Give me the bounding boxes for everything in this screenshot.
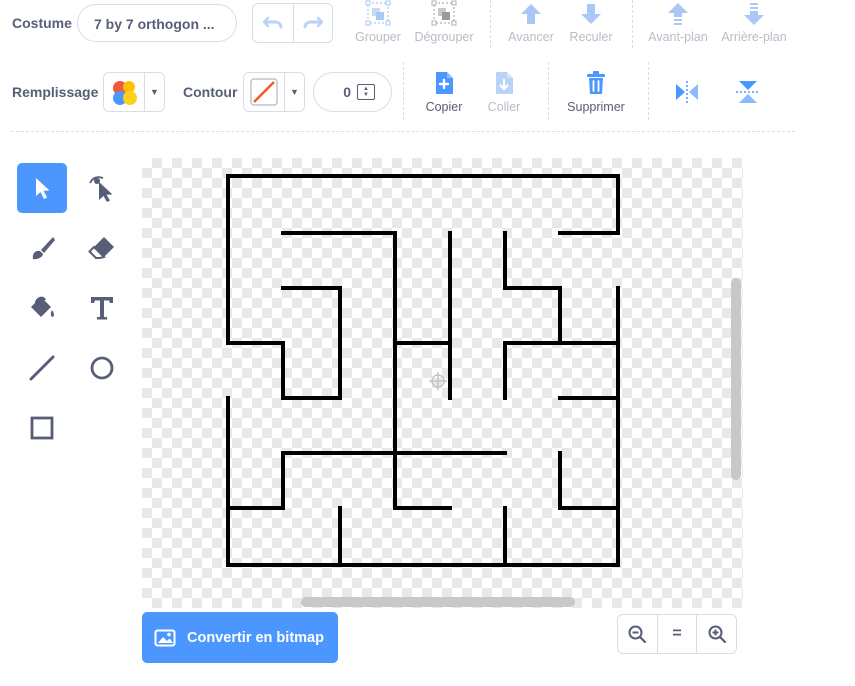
copy-icon [436,72,453,94]
paste-button[interactable]: Coller [480,70,528,114]
bring-to-front-button[interactable]: Avant-plan [646,0,710,44]
paste-label: Coller [487,100,521,114]
paste-icon [496,72,513,94]
flip-vertical-button[interactable] [735,80,761,109]
vertical-scrollbar[interactable] [731,278,741,480]
brush-icon [32,237,55,260]
tool-brush[interactable] [17,223,67,273]
zoom-reset-button[interactable]: = [656,615,697,653]
arrow-up-icon [521,4,541,24]
costume-label: Costume [12,15,72,31]
bring-to-front-label: Avant-plan [648,30,708,44]
fill-dropdown-chevron-icon: ▼ [144,73,164,111]
tool-rectangle[interactable] [17,403,67,453]
tool-text[interactable] [77,283,127,333]
ungroup-icon [431,0,457,26]
group-label: Grouper [355,30,401,44]
zoom-in-button[interactable] [696,615,736,653]
tool-select[interactable] [17,163,67,213]
outline-label: Contour [183,84,238,100]
arrow-down-icon [581,4,601,24]
flip-horizontal-button[interactable] [674,80,700,109]
copy-button[interactable]: Copier [418,70,470,114]
convert-to-bitmap-button[interactable]: Convertir en bitmap [142,612,338,663]
send-to-back-label: Arrière-plan [721,30,787,44]
backward-label: Reculer [569,30,613,44]
canvas-center-crosshair-icon [429,372,447,390]
flip-vertical-icon [736,81,760,103]
delete-button[interactable]: Supprimer [560,70,632,114]
tool-line[interactable] [17,343,67,393]
outline-width-input[interactable]: 0 ▲ ▼ [313,72,392,112]
tool-circle[interactable] [77,343,127,393]
group-icon [365,0,391,26]
redo-button[interactable] [292,4,333,42]
undo-button[interactable] [253,4,293,42]
convert-to-bitmap-label: Convertir en bitmap [187,629,324,646]
costume-name-input[interactable]: 7 by 7 orthogon ... [77,4,237,42]
tool-eraser[interactable] [77,223,127,273]
undo-redo-group [252,3,333,43]
line-tool-icon [29,355,55,381]
eraser-icon [88,237,114,259]
tool-fill[interactable] [17,283,67,333]
trash-icon [587,71,605,94]
circle-tool-icon [90,356,114,380]
arrow-cursor-icon [36,178,50,199]
bitmap-image-icon [154,629,176,646]
copy-label: Copier [425,100,463,114]
text-tool-icon [91,297,113,320]
reshape-cursor-icon [89,176,113,202]
backward-button[interactable]: Reculer [566,0,616,44]
send-to-back-icon [744,3,764,25]
zoom-reset-label: = [672,625,682,642]
drawing-canvas[interactable] [142,158,743,608]
maze-drawing [226,174,620,567]
fill-label: Remplissage [12,84,99,100]
tool-reshape[interactable] [77,163,127,213]
fill-color-picker[interactable]: ▼ [103,72,165,112]
zoom-in-icon [708,625,726,644]
send-to-back-button[interactable]: Arrière-plan [718,0,790,44]
flip-horizontal-icon [676,81,698,103]
fill-color-swatch-icon [113,81,137,105]
group-button[interactable]: Grouper [352,0,404,44]
zoom-out-button[interactable] [618,615,657,653]
outline-color-picker[interactable]: ▼ [243,72,305,112]
outline-width-stepper-icon[interactable]: ▲ ▼ [357,84,375,100]
no-outline-color-icon [250,78,278,106]
bring-to-front-icon [668,3,688,25]
paint-bucket-icon [31,296,54,317]
zoom-out-icon [628,625,647,644]
ungroup-label: Dégrouper [414,30,474,44]
forward-button[interactable]: Avancer [505,0,557,44]
undo-icon [262,16,283,29]
zoom-controls: = [617,614,737,654]
horizontal-scrollbar[interactable] [301,597,575,607]
ungroup-button[interactable]: Dégrouper [412,0,476,44]
forward-label: Avancer [508,30,554,44]
delete-label: Supprimer [567,100,625,114]
redo-icon [303,16,323,29]
outline-dropdown-chevron-icon: ▼ [284,73,304,111]
toolbar-divider [11,131,795,132]
rectangle-tool-icon [30,416,54,440]
outline-width-value: 0 [343,84,351,100]
